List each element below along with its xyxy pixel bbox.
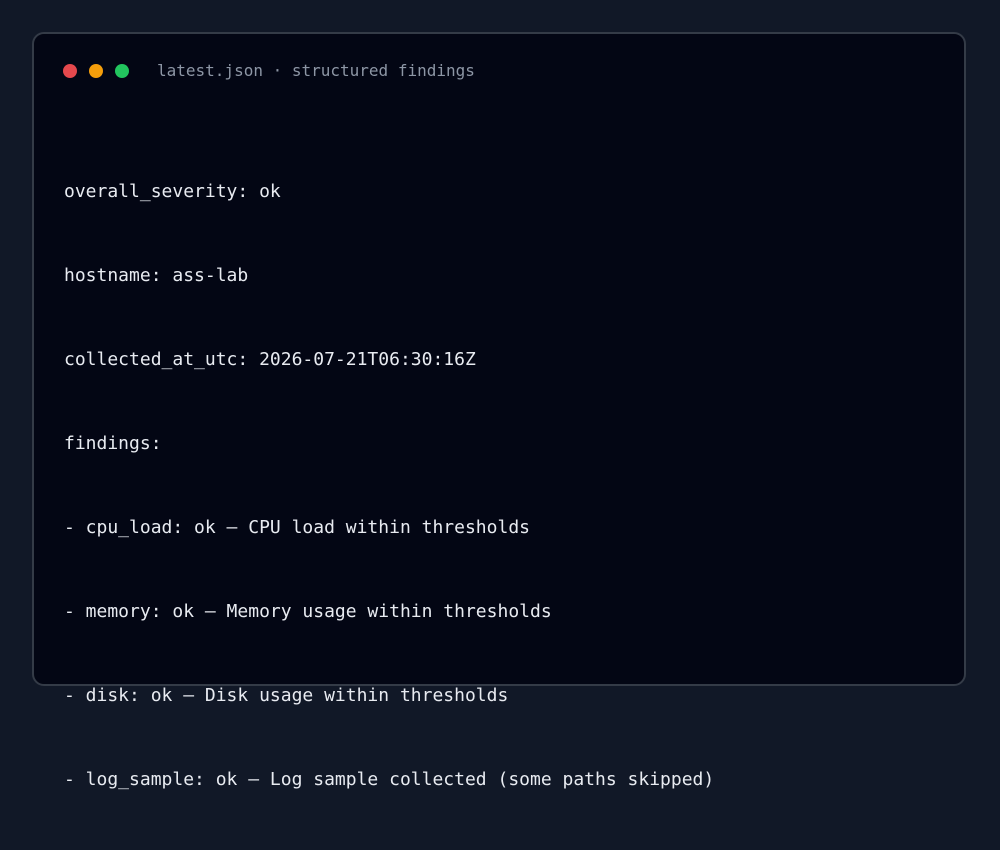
minimize-dot-icon[interactable] (89, 64, 103, 78)
terminal-output: overall_severity: ok hostname: ass-lab c… (64, 122, 714, 850)
terminal-window: latest.json · structured findings overal… (32, 32, 966, 790)
hostname-line: hostname: ass-lab (64, 265, 249, 286)
findings-heading: findings: (64, 433, 162, 454)
finding-disk: - disk: ok — Disk usage within threshold… (64, 685, 509, 706)
finding-cpu-load: - cpu_load: ok — CPU load within thresho… (64, 517, 530, 538)
finding-memory: - memory: ok — Memory usage within thres… (64, 601, 552, 622)
window-titlebar: latest.json · structured findings (34, 34, 964, 110)
close-dot-icon[interactable] (63, 64, 77, 78)
finding-log-sample: - log_sample: ok — Log sample collected … (64, 769, 715, 790)
maximize-dot-icon[interactable] (115, 64, 129, 78)
window-title: latest.json · structured findings (157, 61, 475, 80)
overall-severity-line: overall_severity: ok (64, 181, 281, 202)
collected-at-line: collected_at_utc: 2026-07-21T06:30:16Z (64, 349, 476, 370)
